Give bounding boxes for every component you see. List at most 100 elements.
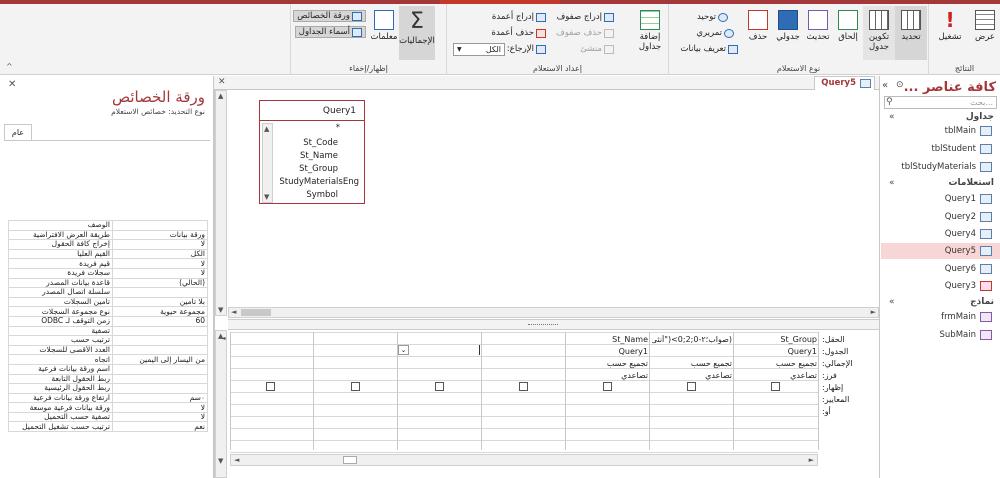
delete-rows-button[interactable]: حذف صفوف [556, 28, 614, 38]
property-row[interactable]: قاعدة بيانات المصدر (الحالي) [8, 277, 208, 289]
property-value[interactable] [112, 287, 208, 298]
nav-item-query5[interactable]: Query5 [945, 246, 992, 256]
delete-query-button[interactable]: حذف [743, 10, 773, 42]
nav-item-query1[interactable]: Query1 [945, 194, 992, 204]
crosstab-button[interactable]: جدولي [773, 10, 803, 42]
property-value[interactable]: بلا تأمين [112, 296, 208, 308]
nav-search-input[interactable]: بحث... [884, 96, 997, 109]
property-row[interactable]: ترتيب حسب [8, 335, 208, 346]
add-tables-button[interactable]: إضافة جداول [633, 10, 667, 52]
property-value[interactable] [112, 383, 208, 394]
property-value[interactable] [112, 335, 208, 346]
field-list-query1[interactable]: Query1 * St_Code St_Name St_Group StudyM… [259, 100, 365, 204]
property-row[interactable]: العدد الأقصى للسجلات [8, 344, 208, 356]
return-select[interactable]: الكل ▼ [453, 43, 505, 56]
insert-rows-button[interactable]: إدراج صفوف [556, 12, 614, 22]
property-value[interactable]: مجموعة حيوية [112, 306, 208, 317]
property-row[interactable]: ربط الحقول التابعة [8, 373, 208, 385]
property-row[interactable]: الوصف [8, 220, 208, 231]
insert-columns-button[interactable]: إدراج أعمدة [492, 12, 546, 22]
property-value[interactable]: (الحالي) [112, 277, 208, 289]
field-star[interactable]: * [336, 123, 340, 133]
data-definition-button[interactable]: تعريف بيانات [680, 44, 738, 54]
nav-item-frmmain[interactable]: frmMain [941, 312, 992, 322]
show-checkbox[interactable] [603, 382, 612, 391]
property-row[interactable]: ورقة بيانات فرعية موسعة لا [8, 402, 208, 413]
view-button[interactable]: عرض [971, 10, 999, 42]
make-table-button[interactable]: تكوين جدول [863, 6, 895, 60]
property-value[interactable] [112, 325, 208, 337]
property-value[interactable]: 60 [112, 315, 208, 327]
grid-hscrollbar[interactable]: ◄ ► [230, 454, 818, 466]
property-row[interactable]: زمن التوقف لـ ODBC 60 [8, 315, 208, 327]
show-checkbox[interactable] [771, 382, 780, 391]
grid-cell-total[interactable]: تجميع حسب [607, 359, 648, 368]
field-study-materials-eng[interactable]: StudyMaterialsEng [279, 177, 359, 187]
property-sheet-button[interactable]: ورقة الخصائص [293, 10, 366, 22]
property-value[interactable] [112, 373, 208, 385]
show-checkbox[interactable] [519, 382, 528, 391]
table-pane-vscrollbar[interactable]: ▲ ▼ [215, 90, 227, 316]
property-value[interactable]: لا [112, 402, 208, 413]
nav-item-submain[interactable]: SubMain [940, 330, 992, 340]
property-row[interactable]: اسم ورقة بيانات فرعية [8, 363, 208, 375]
show-checkbox[interactable] [351, 382, 360, 391]
nav-item-tblstudent[interactable]: tblStudent [931, 144, 992, 154]
parameters-button[interactable]: معلمات [369, 10, 399, 42]
delete-columns-button[interactable]: حذف أعمدة [492, 28, 546, 38]
tab-query5[interactable]: Query5 [814, 76, 875, 90]
show-checkbox[interactable] [687, 382, 696, 391]
nav-item-query3[interactable]: Query3 [945, 281, 992, 291]
property-row[interactable]: تصفية [8, 325, 208, 337]
property-row[interactable]: ربط الحقول الرئيسية [8, 383, 208, 394]
grid-cell-total[interactable]: تجميع حسب [776, 359, 817, 368]
property-row[interactable]: سلسلة اتصال المصدر [8, 287, 208, 298]
nav-section-tables[interactable]: جداول [966, 112, 994, 122]
field-symbol[interactable]: Symbol [306, 190, 338, 200]
append-button[interactable]: إلحاق [833, 10, 863, 42]
grid-cell-field[interactable]: (صواب؛٢-0;2;0>("أنثى";] [652, 335, 732, 344]
collapse-icon[interactable]: « [889, 178, 895, 188]
grid-cell-sort[interactable]: تصاعدي [790, 371, 817, 380]
select-button[interactable]: تحديد [895, 6, 927, 60]
grid-cell-field[interactable]: St_Name [612, 335, 648, 344]
table-names-button[interactable]: أسماء الجداول [294, 26, 366, 38]
property-row[interactable]: نوع مجموعة السجلات مجموعة حيوية [8, 306, 208, 317]
property-row[interactable]: تصفية حسب التحميل لا [8, 411, 208, 423]
grid-vscrollbar[interactable]: ▲ ▼ [215, 330, 227, 478]
grid-cell-total[interactable]: تجميع حسب [691, 359, 732, 368]
property-row[interactable]: ارتفاع ورقة بيانات فرعية ٠سم [8, 392, 208, 404]
builder-button[interactable]: منشئ [580, 44, 614, 54]
property-value[interactable] [112, 363, 208, 375]
run-button[interactable]: ! تشغيل [935, 10, 965, 42]
nav-item-tblmain[interactable]: tblMain [945, 126, 992, 136]
property-value[interactable]: ٠سم [112, 392, 208, 404]
field-st-group[interactable]: St_Group [299, 164, 338, 174]
show-checkbox[interactable] [435, 382, 444, 391]
property-value[interactable]: ورقة بيانات [112, 229, 208, 241]
grid-cell-table[interactable]: Query1 [619, 347, 648, 356]
property-row[interactable]: تأمين السجلات بلا تأمين [8, 296, 208, 308]
grid-cell-table[interactable]: Query1 [788, 347, 817, 356]
property-row[interactable]: إخراج كافة الحقول لا [8, 239, 208, 250]
property-value[interactable]: لا [112, 411, 208, 423]
property-value[interactable]: الكل [112, 248, 208, 260]
chevron-down-icon[interactable]: ⌄ [398, 345, 409, 355]
collapse-icon[interactable]: « [889, 112, 895, 122]
collapse-ribbon-icon[interactable]: ^ [6, 62, 13, 71]
nav-section-queries[interactable]: استعلامات [948, 178, 994, 188]
property-row[interactable]: سجلات فريدة لا [8, 267, 208, 279]
field-st-code[interactable]: St_Code [303, 138, 338, 148]
property-value[interactable]: من اليسار إلى اليمين [112, 354, 208, 365]
nav-item-tblstudymaterials[interactable]: tblStudyMaterials [901, 162, 992, 172]
totals-button[interactable]: Σ الإجماليات [399, 6, 435, 60]
property-value[interactable]: لا [112, 267, 208, 279]
show-checkbox[interactable] [266, 382, 275, 391]
nav-item-query6[interactable]: Query6 [945, 264, 992, 274]
union-button[interactable]: توحيد [697, 12, 728, 22]
table-pane-hscrollbar[interactable]: ◄ ► [228, 307, 879, 318]
field-list-scrollbar[interactable]: ▲ ▼ [262, 123, 273, 203]
property-value[interactable]: لا [112, 258, 208, 269]
property-row[interactable]: قيم فريدة لا [8, 258, 208, 269]
property-row[interactable]: القيم العليا الكل [8, 248, 208, 260]
